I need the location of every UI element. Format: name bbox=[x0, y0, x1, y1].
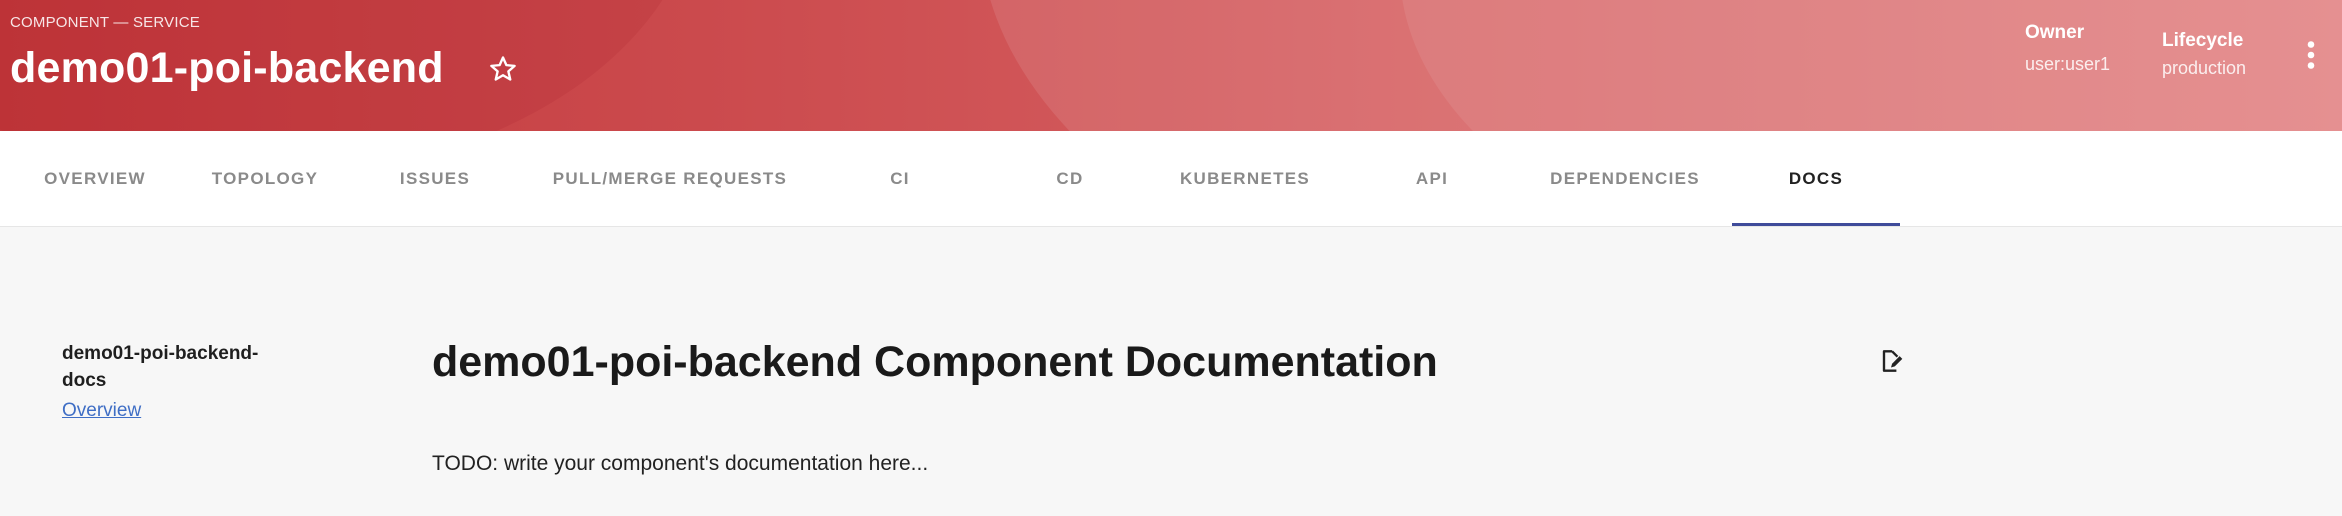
more-vertical-icon[interactable] bbox=[2302, 40, 2320, 70]
tab-overview[interactable]: OVERVIEW bbox=[20, 131, 170, 227]
tab-api[interactable]: API bbox=[1362, 131, 1502, 227]
doc-title: demo01-poi-backend Component Documentati… bbox=[432, 338, 1438, 386]
tab-issues[interactable]: ISSUES bbox=[360, 131, 510, 227]
tab-pull-merge-requests[interactable]: PULL/MERGE REQUESTS bbox=[530, 131, 810, 227]
tab-cd[interactable]: CD bbox=[1000, 131, 1140, 227]
tab-bar: OVERVIEW TOPOLOGY ISSUES PULL/MERGE REQU… bbox=[0, 131, 2342, 227]
owner-value[interactable]: user:user1 bbox=[2025, 54, 2110, 75]
page-title: demo01-poi-backend bbox=[10, 44, 444, 92]
entity-header: COMPONENT — SERVICE demo01-poi-backend O… bbox=[0, 0, 2342, 131]
docs-sidebar: demo01-poi-backend-docs Overview bbox=[62, 340, 312, 422]
owner-info: Owner user:user1 bbox=[2025, 22, 2110, 75]
star-outline-icon[interactable] bbox=[488, 54, 518, 84]
edit-document-icon[interactable] bbox=[1878, 347, 1904, 375]
owner-label: Owner bbox=[2025, 22, 2085, 43]
entity-type-label: COMPONENT — SERVICE bbox=[10, 14, 200, 31]
tab-kubernetes[interactable]: KUBERNETES bbox=[1170, 131, 1320, 227]
tab-dependencies[interactable]: DEPENDENCIES bbox=[1540, 131, 1710, 227]
tab-docs[interactable]: DOCS bbox=[1732, 131, 1900, 227]
lifecycle-label: Lifecycle bbox=[2162, 30, 2244, 51]
lifecycle-value: production bbox=[2162, 58, 2247, 78]
tab-ci[interactable]: CI bbox=[830, 131, 970, 227]
doc-body-text: TODO: write your component's documentati… bbox=[432, 452, 929, 475]
nav-link-overview[interactable]: Overview bbox=[62, 400, 141, 422]
active-tab-indicator bbox=[1732, 223, 1900, 226]
docs-site-title: demo01-poi-backend-docs bbox=[62, 343, 259, 391]
tab-topology[interactable]: TOPOLOGY bbox=[190, 131, 340, 227]
lifecycle-info: Lifecycle production bbox=[2162, 30, 2246, 79]
